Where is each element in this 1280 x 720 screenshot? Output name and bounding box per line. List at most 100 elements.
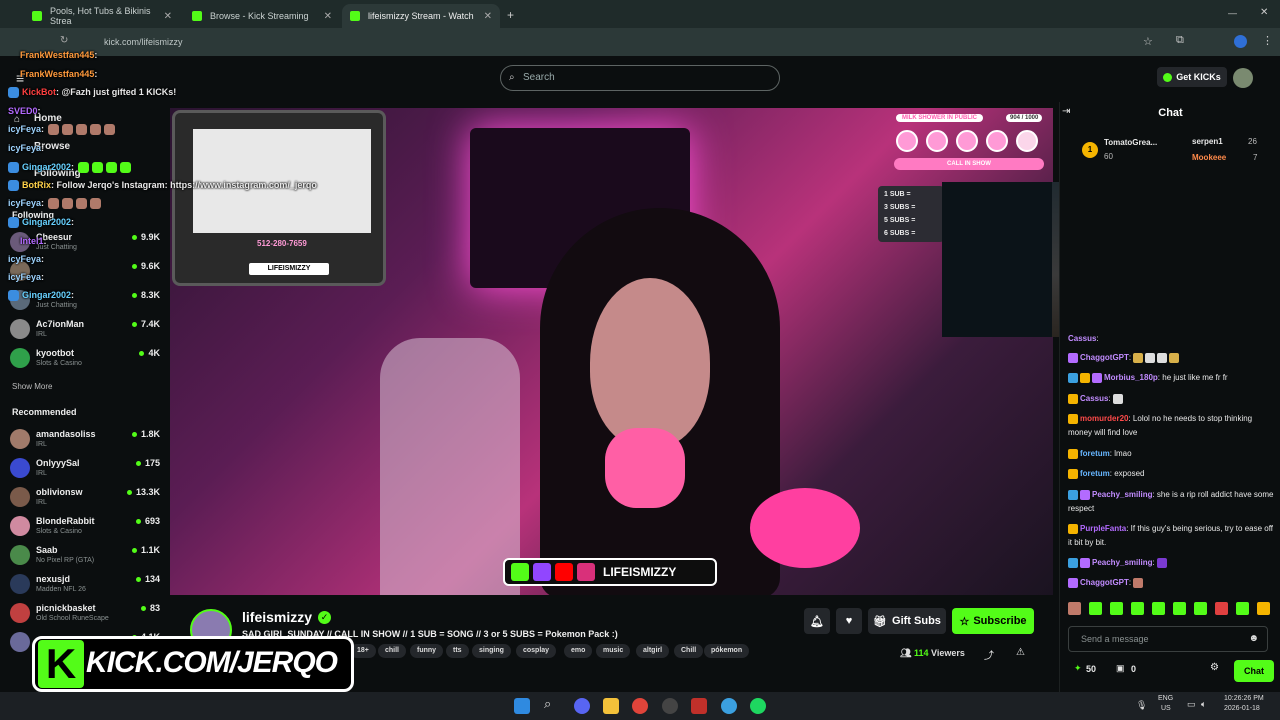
app-icon[interactable] xyxy=(691,698,707,714)
language-indicator[interactable]: ENG xyxy=(1158,695,1173,702)
kick-logo-icon: K xyxy=(38,640,84,688)
discord-icon[interactable] xyxy=(574,698,590,714)
close-icon[interactable]: ✕ xyxy=(164,11,172,22)
minimize-icon[interactable]: — xyxy=(1228,8,1237,18)
close-icon[interactable]: ✕ xyxy=(324,11,332,22)
emote-icon[interactable] xyxy=(1089,602,1102,615)
chat-username[interactable]: Peachy_smiling xyxy=(1092,490,1152,499)
user-avatar[interactable] xyxy=(1233,68,1253,88)
new-tab-icon[interactable]: + xyxy=(507,8,514,22)
chrome-icon[interactable] xyxy=(632,698,648,714)
chat-username[interactable]: momurder20 xyxy=(1080,414,1128,423)
tab-browse[interactable]: Browse - Kick Streaming ✕ xyxy=(184,4,340,28)
chat-message: ChaggotGPT: xyxy=(1068,576,1278,590)
close-window-icon[interactable]: ✕ xyxy=(1260,7,1268,18)
emote-icon[interactable] xyxy=(1215,602,1228,615)
notification-bell-button[interactable]: 🔔︎ xyxy=(804,608,830,634)
chat-username[interactable]: foretum xyxy=(1080,469,1110,478)
sidebar-channel[interactable]: BlondeRabbit Slots & Casino 693 xyxy=(10,514,160,542)
emote-icon[interactable] xyxy=(1194,602,1207,615)
url-field[interactable]: kick.com/lifeismizzy xyxy=(104,37,183,47)
sidebar-channel[interactable]: amandasoliss IRL 1.8K xyxy=(10,427,160,455)
chat-username[interactable]: foretum xyxy=(1080,449,1110,458)
emote-icon[interactable] xyxy=(1110,602,1123,615)
chat-username[interactable]: Cassus xyxy=(1080,394,1108,403)
chat-username[interactable]: PurpleFanta xyxy=(1080,524,1126,533)
sidebar-channel[interactable]: Ac7ionMan IRL 7.4K xyxy=(10,317,160,345)
sidebar-channel[interactable]: kyootbot Slots & Casino 4K xyxy=(10,346,160,374)
tab-lifeismizzy[interactable]: lifeismizzy Stream - Watch ✕ xyxy=(342,4,500,28)
follow-heart-button[interactable]: ♥ xyxy=(836,608,862,634)
share-icon[interactable]: ⤴ xyxy=(984,647,994,662)
file-explorer-icon[interactable] xyxy=(603,698,619,714)
search-icon[interactable]: ⌕ xyxy=(544,696,560,712)
stream-tag[interactable]: emo xyxy=(564,644,593,658)
stream-tag[interactable]: cosplay xyxy=(516,644,557,658)
sidebar-channel[interactable]: Saab No Pixel RP (GTA) 1.1K xyxy=(10,543,160,571)
search-input[interactable]: ⌕ Search xyxy=(500,65,780,91)
settings-gear-icon[interactable]: ⚙ xyxy=(1210,662,1219,673)
chat-username[interactable]: Cassus xyxy=(1068,334,1096,343)
emote-icon[interactable] xyxy=(1173,602,1186,615)
tab-title: lifeismizzy Stream - Watch xyxy=(368,11,474,21)
overlay-text: : xyxy=(41,198,45,208)
send-chat-button[interactable]: Chat xyxy=(1234,660,1274,682)
clock-date[interactable]: 2026-01-18 xyxy=(1224,705,1260,712)
streamer-name[interactable]: lifeismizzy xyxy=(242,609,312,625)
get-kicks-button[interactable]: Get KICKs xyxy=(1157,67,1227,87)
chrome-alt-icon[interactable] xyxy=(721,698,737,714)
clock-time[interactable]: 10:26:26 PM xyxy=(1224,695,1264,702)
stream-tag[interactable]: Chill xyxy=(674,644,704,658)
gifter-name[interactable]: TomatoGrea... xyxy=(1104,138,1157,147)
network-icon[interactable]: ▭ xyxy=(1187,699,1196,710)
stream-tag[interactable]: altgirl xyxy=(636,644,670,658)
gifter-name[interactable]: Mookeee xyxy=(1192,153,1226,162)
close-icon[interactable]: ✕ xyxy=(484,11,492,22)
sidebar-channel[interactable]: oblivionsw IRL 13.3K xyxy=(10,485,160,513)
overlay-user: icyFeya xyxy=(8,143,42,153)
region-indicator[interactable]: US xyxy=(1161,705,1171,712)
emote-icon[interactable] xyxy=(1236,602,1249,615)
volume-icon[interactable]: 🔈︎ xyxy=(1201,699,1206,710)
microphone-icon[interactable]: 🎙︎ xyxy=(1136,700,1147,711)
report-icon[interactable]: ⚠ xyxy=(1016,647,1025,658)
show-more-link[interactable]: Show More xyxy=(12,382,52,391)
subscribe-button[interactable]: ☆ Subscribe xyxy=(952,608,1034,634)
stream-tag[interactable]: chill xyxy=(378,644,407,658)
sidebar-channel[interactable]: OnlyyySal IRL 175 xyxy=(10,456,160,484)
emote-icon[interactable] xyxy=(1068,602,1081,615)
emote-icon[interactable] xyxy=(1131,602,1144,615)
gifter-name[interactable]: serpen1 xyxy=(1192,137,1223,146)
windows-start-icon[interactable] xyxy=(514,698,530,714)
spotify-icon[interactable] xyxy=(750,698,766,714)
overlay-text: : xyxy=(41,124,45,134)
chat-message-input[interactable]: Send a message ☻ xyxy=(1068,626,1268,652)
bell-icon: 🔔︎ xyxy=(810,615,824,628)
menu-dots-icon[interactable]: ⋮ xyxy=(1262,34,1273,47)
gift-box-icon[interactable]: ▣ xyxy=(1116,663,1125,674)
profile-icon[interactable] xyxy=(1234,35,1247,48)
star-icon[interactable]: ☆ xyxy=(1143,35,1153,48)
stream-tag[interactable]: singing xyxy=(472,644,511,658)
stream-tag[interactable]: music xyxy=(596,644,631,658)
reload-icon[interactable]: ↻ xyxy=(60,35,68,46)
obs-icon[interactable] xyxy=(662,698,678,714)
extensions-icon[interactable]: ⧉ xyxy=(1176,34,1184,47)
emote-icon[interactable] xyxy=(1257,602,1270,615)
gift-subs-button[interactable]: 🎁︎ Gift Subs xyxy=(868,608,946,634)
chat-username[interactable]: ChaggotGPT xyxy=(1080,353,1129,362)
stream-tag[interactable]: pókemon xyxy=(704,644,750,658)
emote-icon[interactable] xyxy=(1152,602,1165,615)
overlay-user: Gingar2002 xyxy=(22,217,72,227)
sidebar-channel[interactable]: picnickbasket Old School RuneScape 83 xyxy=(10,601,160,629)
stream-tag[interactable]: funny xyxy=(410,644,444,658)
badge-icon xyxy=(8,290,19,302)
stream-tag[interactable]: tts xyxy=(446,644,469,658)
sidebar-channel[interactable]: nexusjd Madden NFL 26 134 xyxy=(10,572,160,600)
tv-overlay: 512-280-7659 LIFEISMIZZY xyxy=(172,110,386,286)
chat-username[interactable]: ChaggotGPT xyxy=(1080,578,1129,587)
chat-username[interactable]: Morbius_180p xyxy=(1104,373,1158,382)
chat-username[interactable]: Peachy_smiling xyxy=(1092,558,1152,567)
emoji-icon[interactable]: ☻ xyxy=(1248,627,1259,651)
tab-pools[interactable]: Pools, Hot Tubs & Bikinis Strea ✕ xyxy=(24,4,180,28)
